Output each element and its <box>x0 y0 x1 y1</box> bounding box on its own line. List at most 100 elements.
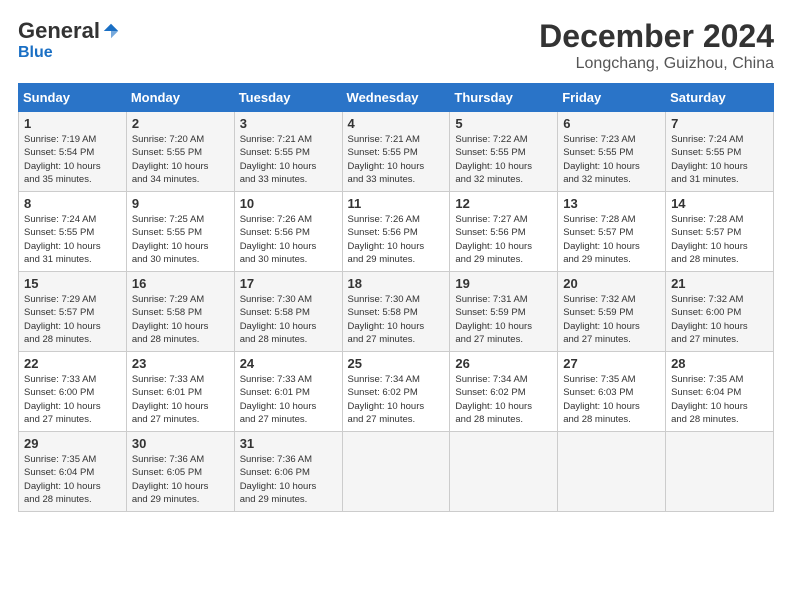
day-number: 28 <box>671 356 768 371</box>
day-number: 20 <box>563 276 660 291</box>
calendar-cell: 2Sunrise: 7:20 AM Sunset: 5:55 PM Daylig… <box>126 112 234 192</box>
col-wednesday: Wednesday <box>342 84 450 112</box>
calendar-cell: 16Sunrise: 7:29 AM Sunset: 5:58 PM Dayli… <box>126 272 234 352</box>
day-info: Sunrise: 7:33 AM Sunset: 6:01 PM Dayligh… <box>240 373 337 426</box>
calendar-cell: 13 Sunrise: 7:28 AM Sunset: 5:57 PM Dayli… <box>558 192 666 272</box>
day-number: 15 <box>24 276 121 291</box>
calendar-cell: 15 Sunrise: 7:29 AM Sunset: 5:57 PM Dayli… <box>19 272 127 352</box>
day-info: Sunrise: 7:30 AM Sunset: 5:58 PM Dayligh… <box>348 293 445 346</box>
day-number: 9 <box>132 196 229 211</box>
day-info: Sunrise: 7:24 AM Sunset: 5:55 PM Dayligh… <box>24 213 121 266</box>
day-info: Sunrise: 7:21 AM Sunset: 5:55 PM Dayligh… <box>240 133 337 186</box>
month-title: December 2024 <box>539 18 774 55</box>
col-saturday: Saturday <box>666 84 774 112</box>
calendar-cell: 6 Sunrise: 7:23 AM Sunset: 5:55 PM Daylig… <box>558 112 666 192</box>
calendar-cell: 23 Sunrise: 7:33 AM Sunset: 6:01 PM Dayli… <box>126 352 234 432</box>
day-info: Sunrise: 7:28 AM Sunset: 5:57 PM Dayligh… <box>563 213 660 266</box>
calendar-cell: 29 Sunrise: 7:35 AM Sunset: 6:04 PM Dayli… <box>19 432 127 512</box>
calendar-header-row: Sunday Monday Tuesday Wednesday Thursday… <box>19 84 774 112</box>
day-number: 6 <box>563 116 660 131</box>
calendar-cell: 22 Sunrise: 7:33 AM Sunset: 6:00 PM Dayli… <box>19 352 127 432</box>
day-number: 27 <box>563 356 660 371</box>
day-info: Sunrise: 7:31 AM Sunset: 5:59 PM Dayligh… <box>455 293 552 346</box>
day-number: 5 <box>455 116 552 131</box>
day-info: Sunrise: 7:23 AM Sunset: 5:55 PM Dayligh… <box>563 133 660 186</box>
calendar-week-2: 8 Sunrise: 7:24 AM Sunset: 5:55 PM Daylig… <box>19 192 774 272</box>
col-sunday: Sunday <box>19 84 127 112</box>
col-thursday: Thursday <box>450 84 558 112</box>
calendar-cell: 25 Sunrise: 7:34 AM Sunset: 6:02 PM Dayli… <box>342 352 450 432</box>
day-number: 8 <box>24 196 121 211</box>
day-info: Sunrise: 7:32 AM Sunset: 5:59 PM Dayligh… <box>563 293 660 346</box>
calendar-cell: 24 Sunrise: 7:33 AM Sunset: 6:01 PM Dayli… <box>234 352 342 432</box>
calendar-cell: 3Sunrise: 7:21 AM Sunset: 5:55 PM Daylig… <box>234 112 342 192</box>
day-number: 2 <box>132 116 229 131</box>
day-number: 21 <box>671 276 768 291</box>
day-number: 22 <box>24 356 121 371</box>
calendar-week-3: 15 Sunrise: 7:29 AM Sunset: 5:57 PM Dayli… <box>19 272 774 352</box>
calendar-cell: 19Sunrise: 7:31 AM Sunset: 5:59 PM Dayli… <box>450 272 558 352</box>
calendar-cell: 8 Sunrise: 7:24 AM Sunset: 5:55 PM Daylig… <box>19 192 127 272</box>
col-tuesday: Tuesday <box>234 84 342 112</box>
day-info: Sunrise: 7:35 AM Sunset: 6:03 PM Dayligh… <box>563 373 660 426</box>
header: General Blue December 2024 Longchang, Gu… <box>18 18 774 73</box>
calendar-cell: 20 Sunrise: 7:32 AM Sunset: 5:59 PM Dayli… <box>558 272 666 352</box>
logo-general-text: General <box>18 18 100 44</box>
col-monday: Monday <box>126 84 234 112</box>
calendar-cell: 27 Sunrise: 7:35 AM Sunset: 6:03 PM Dayli… <box>558 352 666 432</box>
calendar-cell: 7Sunrise: 7:24 AM Sunset: 5:55 PM Daylig… <box>666 112 774 192</box>
calendar-cell: 5Sunrise: 7:22 AM Sunset: 5:55 PM Daylig… <box>450 112 558 192</box>
title-section: December 2024 Longchang, Guizhou, China <box>539 18 774 73</box>
day-number: 12 <box>455 196 552 211</box>
day-number: 7 <box>671 116 768 131</box>
day-number: 26 <box>455 356 552 371</box>
day-number: 17 <box>240 276 337 291</box>
day-info: Sunrise: 7:29 AM Sunset: 5:57 PM Dayligh… <box>24 293 121 346</box>
day-info: Sunrise: 7:27 AM Sunset: 5:56 PM Dayligh… <box>455 213 552 266</box>
day-info: Sunrise: 7:35 AM Sunset: 6:04 PM Dayligh… <box>671 373 768 426</box>
calendar-cell: 26 Sunrise: 7:34 AM Sunset: 6:02 PM Dayli… <box>450 352 558 432</box>
day-info: Sunrise: 7:32 AM Sunset: 6:00 PM Dayligh… <box>671 293 768 346</box>
day-number: 25 <box>348 356 445 371</box>
day-info: Sunrise: 7:36 AM Sunset: 6:06 PM Dayligh… <box>240 453 337 506</box>
calendar-week-4: 22 Sunrise: 7:33 AM Sunset: 6:00 PM Dayli… <box>19 352 774 432</box>
calendar-cell: 17 Sunrise: 7:30 AM Sunset: 5:58 PM Dayli… <box>234 272 342 352</box>
calendar-table: Sunday Monday Tuesday Wednesday Thursday… <box>18 83 774 512</box>
logo-icon <box>102 22 120 40</box>
calendar-cell: 4Sunrise: 7:21 AM Sunset: 5:55 PM Daylig… <box>342 112 450 192</box>
calendar-cell: 10Sunrise: 7:26 AM Sunset: 5:56 PM Dayli… <box>234 192 342 272</box>
day-number: 31 <box>240 436 337 451</box>
day-info: Sunrise: 7:35 AM Sunset: 6:04 PM Dayligh… <box>24 453 121 506</box>
day-number: 24 <box>240 356 337 371</box>
day-number: 4 <box>348 116 445 131</box>
calendar-cell: 18 Sunrise: 7:30 AM Sunset: 5:58 PM Dayli… <box>342 272 450 352</box>
day-info: Sunrise: 7:33 AM Sunset: 6:00 PM Dayligh… <box>24 373 121 426</box>
day-number: 18 <box>348 276 445 291</box>
calendar-cell: 21 Sunrise: 7:32 AM Sunset: 6:00 PM Dayli… <box>666 272 774 352</box>
day-info: Sunrise: 7:28 AM Sunset: 5:57 PM Dayligh… <box>671 213 768 266</box>
day-number: 23 <box>132 356 229 371</box>
calendar-week-5: 29 Sunrise: 7:35 AM Sunset: 6:04 PM Dayli… <box>19 432 774 512</box>
day-number: 1 <box>24 116 121 131</box>
day-number: 29 <box>24 436 121 451</box>
calendar-cell <box>450 432 558 512</box>
logo: General Blue <box>18 18 120 62</box>
day-info: Sunrise: 7:26 AM Sunset: 5:56 PM Dayligh… <box>240 213 337 266</box>
day-info: Sunrise: 7:25 AM Sunset: 5:55 PM Dayligh… <box>132 213 229 266</box>
calendar-cell: 30Sunrise: 7:36 AM Sunset: 6:05 PM Dayli… <box>126 432 234 512</box>
day-info: Sunrise: 7:34 AM Sunset: 6:02 PM Dayligh… <box>348 373 445 426</box>
calendar-cell: 31 Sunrise: 7:36 AM Sunset: 6:06 PM Dayli… <box>234 432 342 512</box>
calendar-cell: 11Sunrise: 7:26 AM Sunset: 5:56 PM Dayli… <box>342 192 450 272</box>
day-info: Sunrise: 7:30 AM Sunset: 5:58 PM Dayligh… <box>240 293 337 346</box>
day-info: Sunrise: 7:34 AM Sunset: 6:02 PM Dayligh… <box>455 373 552 426</box>
logo-blue-text: Blue <box>18 44 53 61</box>
day-info: Sunrise: 7:33 AM Sunset: 6:01 PM Dayligh… <box>132 373 229 426</box>
day-number: 13 <box>563 196 660 211</box>
calendar-cell: 14 Sunrise: 7:28 AM Sunset: 5:57 PM Dayli… <box>666 192 774 272</box>
calendar-cell: 1Sunrise: 7:19 AM Sunset: 5:54 PM Daylig… <box>19 112 127 192</box>
day-number: 14 <box>671 196 768 211</box>
calendar-cell <box>666 432 774 512</box>
calendar-cell <box>342 432 450 512</box>
calendar-week-1: 1Sunrise: 7:19 AM Sunset: 5:54 PM Daylig… <box>19 112 774 192</box>
day-number: 11 <box>348 196 445 211</box>
